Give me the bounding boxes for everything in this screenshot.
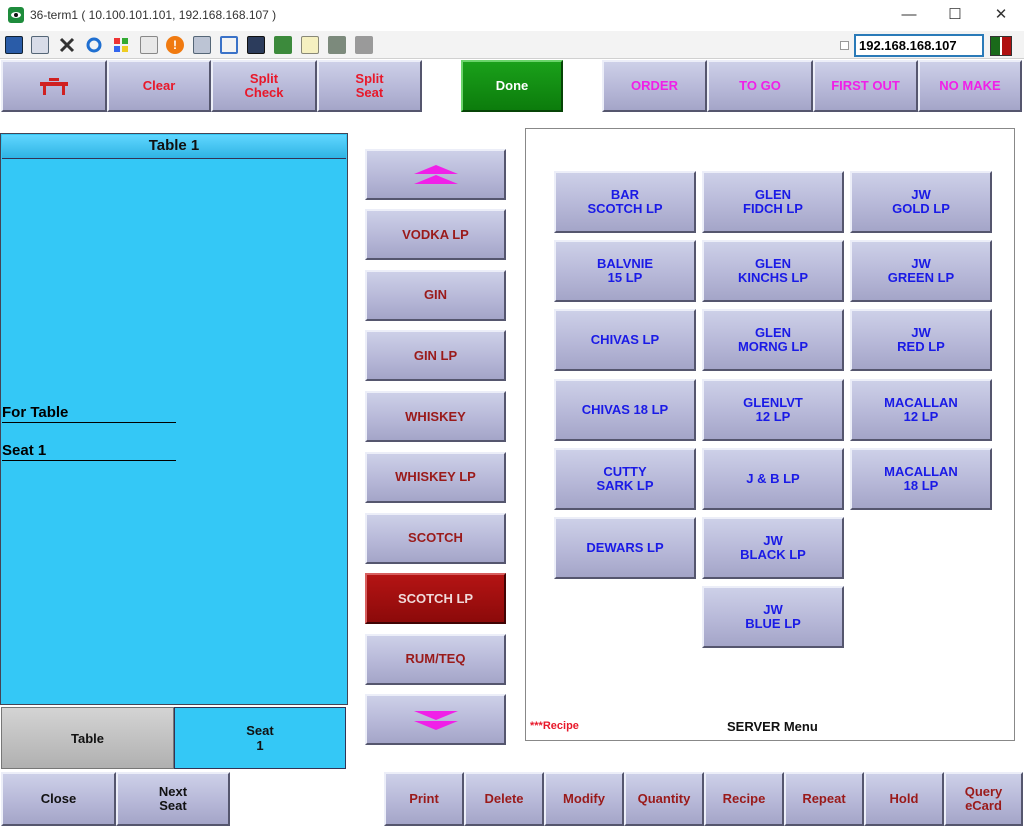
split-check-button[interactable]: Split Check — [211, 60, 317, 112]
category-button[interactable]: WHISKEY — [365, 391, 506, 443]
windows-icon[interactable] — [31, 36, 49, 54]
clear-button[interactable]: Clear — [107, 60, 211, 112]
tools-icon[interactable] — [58, 36, 76, 54]
category-button[interactable]: GIN LP — [365, 330, 506, 382]
repeat-button[interactable]: Repeat — [784, 772, 864, 826]
table-icon — [40, 78, 68, 95]
recipe-note: ***Recipe — [530, 720, 579, 732]
screens-icon[interactable] — [355, 36, 373, 54]
menu-item-button[interactable]: JW GOLD LP — [850, 171, 992, 233]
split-seat-button[interactable]: Split Seat — [317, 60, 422, 112]
map-icon[interactable] — [328, 36, 346, 54]
menu-item-button[interactable]: JW RED LP — [850, 309, 992, 372]
scroll-up-button[interactable] — [365, 149, 506, 200]
delete-button[interactable]: Delete — [464, 772, 544, 826]
menu-item-button[interactable]: JW BLACK LP — [702, 517, 844, 579]
scroll-down-button[interactable] — [365, 694, 506, 745]
no-make-button[interactable]: NO MAKE — [918, 60, 1022, 112]
check-header: Table 1 — [2, 135, 346, 159]
menu-item-button[interactable]: J & B LP — [702, 447, 844, 510]
fullscreen-icon[interactable] — [220, 36, 238, 54]
seat-tab[interactable]: Seat 1 — [174, 707, 346, 769]
done-button[interactable]: Done — [461, 60, 563, 112]
menu-item-button[interactable]: CHIVAS LP — [554, 309, 696, 372]
recipe-button[interactable]: Recipe — [704, 772, 784, 826]
print-button[interactable]: Print — [384, 772, 464, 826]
double-up-arrow-icon — [413, 164, 458, 184]
menu-item-button[interactable]: GLEN FIDCH LP — [702, 171, 844, 233]
category-button[interactable]: SCOTCH LP — [365, 573, 506, 625]
table-layout-button[interactable] — [1, 60, 107, 112]
category-button[interactable]: RUM/TEQ — [365, 633, 506, 685]
menu-item-button[interactable]: JW GREEN LP — [850, 240, 992, 303]
status-indicator-icon — [990, 36, 1012, 56]
category-button[interactable]: WHISKEY LP — [365, 451, 506, 503]
maximize-button[interactable]: ☐ — [932, 4, 978, 28]
hold-button[interactable]: Hold — [864, 772, 944, 826]
refresh-icon[interactable] — [85, 36, 103, 54]
query-ecard-button[interactable]: Query eCard — [944, 772, 1023, 826]
quantity-button[interactable]: Quantity — [624, 772, 704, 826]
close-button[interactable]: Close — [1, 772, 116, 826]
menu-item-button[interactable]: GLEN KINCHS LP — [702, 240, 844, 303]
double-down-arrow-icon — [413, 710, 458, 730]
menu-item-button[interactable]: MACALLAN 18 LP — [850, 447, 992, 510]
category-button[interactable]: VODKA LP — [365, 209, 506, 260]
for-table-label: For Table — [2, 404, 176, 423]
ip-address-field[interactable]: 192.168.168.107 — [854, 34, 984, 57]
alert-icon[interactable]: ! — [166, 36, 184, 54]
close-window-button[interactable]: ✕ — [978, 4, 1024, 28]
checkbox-icon[interactable] — [840, 41, 849, 50]
notes-icon[interactable] — [301, 36, 319, 54]
table-tab[interactable]: Table — [1, 707, 174, 769]
menu-item-button[interactable]: JW BLUE LP — [702, 586, 844, 649]
menu-item-button[interactable]: CUTTY SARK LP — [554, 447, 696, 510]
menu-item-button[interactable]: BAR SCOTCH LP — [554, 171, 696, 233]
category-button[interactable]: GIN — [365, 269, 506, 321]
modify-button[interactable]: Modify — [544, 772, 624, 826]
menu-item-button[interactable]: GLEN MORNG LP — [702, 309, 844, 372]
next-seat-button[interactable]: Next Seat — [116, 772, 230, 826]
seat-label: Seat 1 — [2, 442, 176, 461]
monitor-icon[interactable] — [5, 36, 23, 54]
app-icon — [8, 7, 24, 23]
display-icon[interactable] — [247, 36, 265, 54]
window-title: 36-term1 ( 10.100.101.101, 192.168.168.1… — [30, 8, 277, 22]
keyboard-icon[interactable] — [140, 36, 158, 54]
order-button[interactable]: ORDER — [602, 60, 707, 112]
category-button[interactable]: SCOTCH — [365, 512, 506, 564]
menu-item-button[interactable]: GLENLVT 12 LP — [702, 378, 844, 441]
to-go-button[interactable]: TO GO — [707, 60, 813, 112]
title-bar: 36-term1 ( 10.100.101.101, 192.168.168.1… — [0, 0, 1024, 31]
menu-label: SERVER Menu — [727, 719, 818, 734]
windows-logo-icon[interactable] — [112, 36, 130, 54]
first-out-button[interactable]: FIRST OUT — [813, 60, 918, 112]
transfer-icon[interactable] — [274, 36, 292, 54]
menu-item-button[interactable]: MACALLAN 12 LP — [850, 378, 992, 441]
menu-item-button[interactable]: DEWARS LP — [554, 517, 696, 579]
minimize-button[interactable]: — — [886, 4, 932, 28]
network-icon[interactable] — [193, 36, 211, 54]
menu-item-button[interactable]: BALVNIE 15 LP — [554, 240, 696, 303]
menu-item-button[interactable]: CHIVAS 18 LP — [554, 378, 696, 441]
